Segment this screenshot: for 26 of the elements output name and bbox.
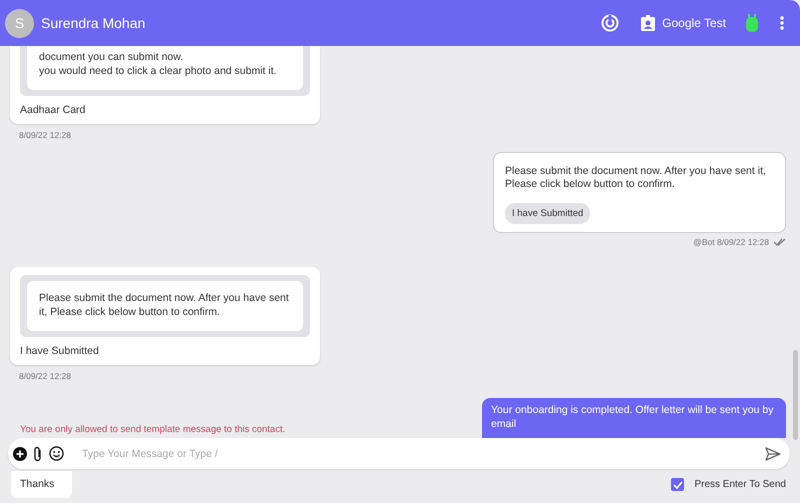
message-composer[interactable]: Type Your Message or Type / [8, 438, 790, 469]
message-text: Please submit the document now. After you have sent it, Please click below button to confirm. [505, 165, 767, 191]
reply-text: Aadhaar Card [20, 104, 86, 116]
reply-text: I have Submitted [20, 345, 100, 357]
paperclip-icon[interactable] [33, 446, 43, 462]
emoji-icon[interactable] [49, 446, 64, 461]
message-time: 8/09/22 12:28 [19, 130, 72, 140]
checkbox[interactable] [671, 478, 684, 491]
contact-badge-icon[interactable] [641, 15, 656, 31]
message-time: 8/09/22 12:28 [19, 371, 72, 381]
account-name[interactable]: Google Test [662, 16, 726, 30]
quoted-message: Please submit the document now. After you have sent it, Please click below button to confirm. [27, 281, 303, 331]
quick-reply-chip[interactable]: Thanks [11, 471, 72, 498]
message-input[interactable]: Type Your Message or Type / [80, 446, 759, 460]
add-icon[interactable] [13, 446, 27, 460]
warning-text: You are only allowed to send template message to this contact. [20, 424, 286, 435]
message-meta: @Bot 8/09/22 12:28 [693, 237, 769, 247]
quoted-message: document you can submit now. you would need to click a clear photo and submit it. [27, 46, 303, 90]
quick-reply-button[interactable]: I have Submitted [505, 203, 590, 224]
more-menu-icon[interactable] [780, 16, 784, 30]
contact-name: Surendra Mohan [41, 15, 146, 31]
checkbox-label: Press Enter To Send [694, 479, 786, 490]
message-bubble: Your onboarding is completed. Offer letter will be sent you by email [482, 398, 786, 438]
bot-status-icon[interactable] [746, 14, 758, 32]
send-icon[interactable] [765, 446, 781, 460]
scrollbar[interactable] [793, 350, 798, 440]
